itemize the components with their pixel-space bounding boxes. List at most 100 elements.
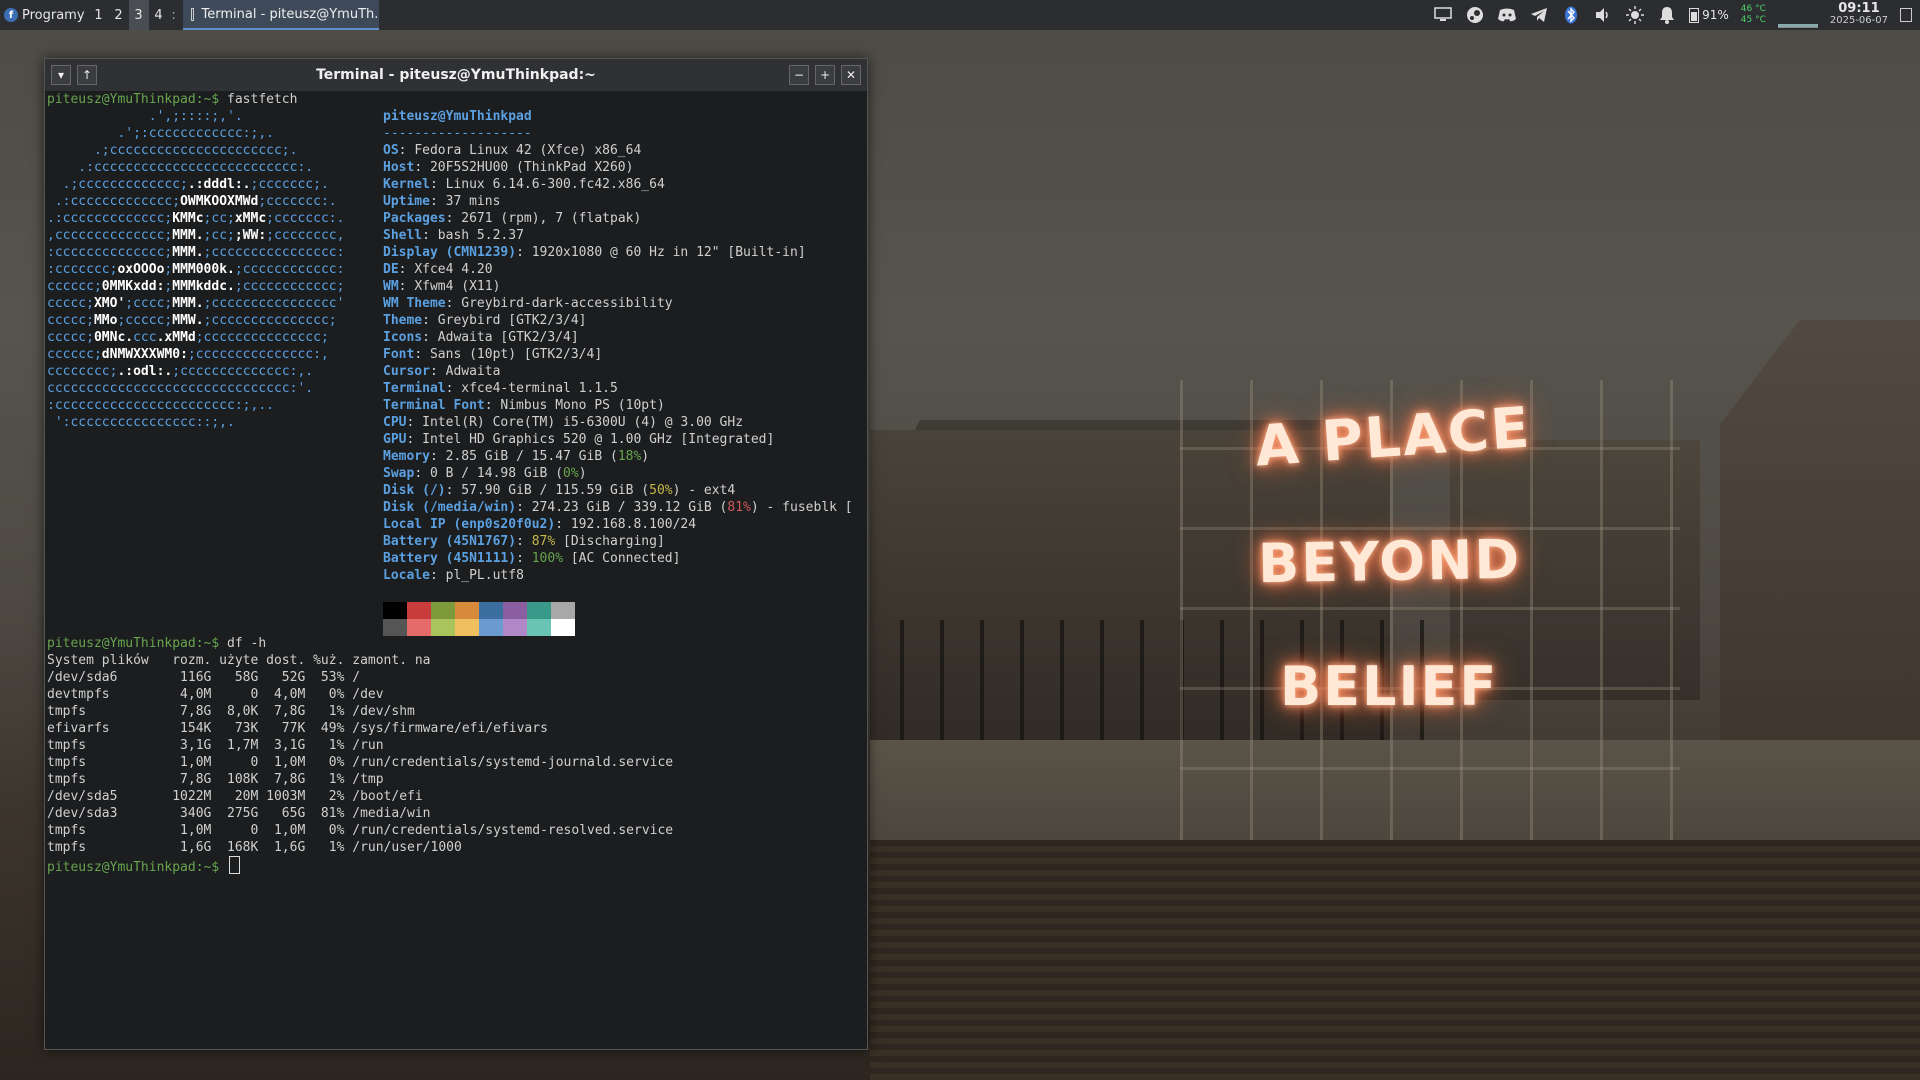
df-row: tmpfs 7,8G 8,0K 7,8G 1% /dev/shm — [47, 704, 415, 719]
logo-line: cccccccc;.:odl:.;cccccccccccccc:,. — [47, 364, 314, 379]
logo-line: ,cccccccccccccc;MMM.;cc;;WW:;cccccccc, — [47, 228, 345, 243]
command-line: piteusz@YmuThinkpad:~$ df -h — [47, 636, 267, 651]
window-menu-button[interactable]: ▾ — [51, 65, 71, 85]
logo-line: .:ccccccccccccc;OWMKOOXMWd;ccccccc:. — [47, 194, 337, 209]
bluetooth-icon[interactable] — [1561, 5, 1581, 25]
df-row: tmpfs 1,0M 0 1,0M 0% /run/credentials/sy… — [47, 755, 674, 770]
logo-line: ccccc;XMO';cccc;MMM.;cccccccccccccccc' — [47, 296, 345, 311]
logo-line: ':cccccccccccccccc::;,. — [47, 415, 235, 430]
temperature-sensors[interactable]: 46 °C 45 °C — [1741, 4, 1766, 26]
system-tray: 91% 46 °C 45 °C 09:11 2025-06-07 — [1433, 0, 1920, 30]
maximize-button[interactable]: + — [815, 65, 835, 85]
ff-info-row: GPU: Intel HD Graphics 520 @ 1.00 GHz [I… — [383, 432, 775, 447]
logo-line: ccccc;MMo;ccccc;MMW.;ccccccccccccccc; — [47, 313, 337, 328]
clock-date: 2025-06-07 — [1829, 15, 1888, 26]
logo-line: .',;::::;,'. — [47, 109, 243, 124]
ff-info-row: OS: Fedora Linux 42 (Xfce) x86_64 — [383, 143, 642, 158]
current-prompt-line[interactable]: piteusz@YmuThinkpad:~$ — [47, 856, 241, 876]
applications-menu-button[interactable]: f Programy — [0, 0, 89, 30]
keep-above-button[interactable]: ↑ — [77, 65, 97, 85]
ff-row-disk-win: Disk (/media/win): 274.23 GiB / 339.12 G… — [383, 500, 853, 515]
brightness-icon[interactable] — [1625, 5, 1645, 25]
window-titlebar[interactable]: ▾ ↑ Terminal - piteusz@YmuThinkpad:~ − +… — [45, 59, 867, 91]
workspace-separator: : — [171, 7, 176, 23]
window-title: Terminal - piteusz@YmuThinkpad:~ — [316, 67, 596, 83]
applications-menu-label: Programy — [22, 7, 85, 23]
temp-reading-2: 45 °C — [1740, 15, 1766, 25]
text-cursor — [229, 856, 241, 874]
ff-info-row: Uptime: 37 mins — [383, 194, 501, 209]
close-button[interactable]: ✕ — [841, 65, 861, 85]
terminal-content[interactable]: piteusz@YmuThinkpad:~$ fastfetch .',;:::… — [45, 91, 867, 1049]
logo-line: .;ccccccccccccc;.:dddl:.;ccccccc;. — [47, 177, 329, 192]
ff-info-row: CPU: Intel(R) Core(TM) i5-6300U (4) @ 3.… — [383, 415, 744, 430]
ff-info-row: Terminal Font: Nimbus Mono PS (10pt) — [383, 398, 665, 413]
steam-icon[interactable] — [1465, 5, 1485, 25]
fedora-icon: f — [4, 8, 18, 22]
ff-info-row: Shell: bash 5.2.37 — [383, 228, 524, 243]
telegram-icon[interactable] — [1529, 5, 1549, 25]
logo-line: ccccc;0MNc.ccc.xMMd;ccccccccccccccc; — [47, 330, 329, 345]
ff-info-row: WM: Xfwm4 (X11) — [383, 279, 501, 294]
cpu-graph[interactable] — [1777, 3, 1818, 28]
volume-icon[interactable] — [1593, 5, 1613, 25]
ff-row-battery-2: Battery (45N1111): 100% [AC Connected] — [383, 551, 681, 566]
logo-line: cccccc;0MMKxdd:;MMMkddc.;cccccccccccc; — [47, 279, 345, 294]
logo-line: :cccccccccccccc;MMM.;cccccccccccccccc: — [47, 245, 345, 260]
df-row: tmpfs 1,6G 168K 1,6G 1% /run/user/1000 — [47, 840, 462, 855]
color-palette — [383, 602, 575, 636]
clock-time: 09:11 — [1838, 1, 1880, 16]
palette-swatch — [551, 619, 575, 636]
ff-info-row: Terminal: xfce4-terminal 1.1.5 — [383, 381, 618, 396]
workspace-1[interactable]: 1 — [89, 0, 109, 30]
ff-row-locale: Locale: pl_PL.utf8 — [383, 568, 524, 583]
logo-line: :ccccccc;oxOOOo;MMM000k.;cccccccccccc: — [47, 262, 345, 277]
ff-user-host: piteusz@YmuThinkpad — [383, 109, 532, 124]
ff-info-row: Kernel: Linux 6.14.6-300.fc42.x86_64 — [383, 177, 665, 192]
logo-line: cccccc;dNMWXXXWM0:;ccccccccccccccc:, — [47, 347, 329, 362]
taskbar-item-terminal[interactable]: Terminal - piteusz@YmuTh... — [182, 0, 379, 30]
battery-indicator[interactable]: 91% — [1689, 7, 1729, 23]
palette-swatch — [383, 602, 407, 619]
ff-row-local-ip: Local IP (enp0s20f0u2): 192.168.8.100/24 — [383, 517, 697, 532]
workspace-3[interactable]: 3 — [128, 0, 149, 30]
df-row: /dev/sda3 340G 275G 65G 81% /media/win — [47, 806, 431, 821]
logo-line: :ccccccccccccccccccccccc:;,.. — [47, 398, 274, 413]
palette-swatch — [407, 602, 431, 619]
palette-swatch — [431, 602, 455, 619]
ff-row-battery-1: Battery (45N1767): 87% [Discharging] — [383, 534, 665, 549]
discord-icon[interactable] — [1497, 5, 1517, 25]
palette-swatch — [479, 619, 503, 636]
command: fastfetch — [227, 92, 298, 107]
command-line: piteusz@YmuThinkpad:~$ fastfetch — [47, 91, 297, 108]
terminal-icon — [190, 7, 194, 21]
ff-info-row: Display (CMN1239): 1920x1080 @ 60 Hz in … — [383, 245, 806, 260]
bell-icon[interactable] — [1657, 5, 1677, 25]
ff-row-memory: Memory: 2.85 GiB / 15.47 GiB (18%) — [383, 449, 650, 464]
display-icon[interactable] — [1433, 5, 1453, 25]
taskbar-item-label: Terminal - piteusz@YmuTh... — [201, 6, 379, 22]
logo-line: .:ccccccccccccc;KMMc;cc;xMMc;ccccccc:. — [47, 211, 345, 226]
df-row: efivarfs 154K 73K 77K 49% /sys/firmware/… — [47, 721, 548, 736]
workspace-4[interactable]: 4 — [149, 0, 169, 30]
palette-row-bright — [383, 619, 575, 636]
ff-info-row: DE: Xfce4 4.20 — [383, 262, 493, 277]
logo-line: .';:cccccccccccc:;,. — [47, 126, 274, 141]
palette-swatch — [383, 619, 407, 636]
palette-swatch — [479, 602, 503, 619]
ff-info-row: Host: 20F5S2HU00 (ThinkPad X260) — [383, 160, 634, 175]
df-header: System plików rozm. użyte dost. %uż. zam… — [47, 653, 431, 668]
clock[interactable]: 09:11 2025-06-07 — [1829, 1, 1888, 27]
workspace-2[interactable]: 2 — [109, 0, 129, 30]
minimize-button[interactable]: − — [789, 65, 809, 85]
show-desktop-icon[interactable] — [1900, 8, 1912, 22]
df-row: devtmpfs 4,0M 0 4,0M 0% /dev — [47, 687, 384, 702]
wallpaper-stone-wall — [870, 840, 1920, 1080]
ff-info-row: Packages: 2671 (rpm), 7 (flatpak) — [383, 211, 642, 226]
prompt: piteusz@YmuThinkpad:~$ — [47, 92, 228, 107]
ff-row-swap: Swap: 0 B / 14.98 GiB (0%) — [383, 466, 587, 481]
df-row: /dev/sda5 1022M 20M 1003M 2% /boot/efi — [47, 789, 423, 804]
temp-reading-1: 46 °C — [1740, 4, 1766, 14]
ff-row-disk-root: Disk (/): 57.90 GiB / 115.59 GiB (50%) -… — [383, 483, 736, 498]
ff-separator: ------------------- — [383, 126, 532, 141]
